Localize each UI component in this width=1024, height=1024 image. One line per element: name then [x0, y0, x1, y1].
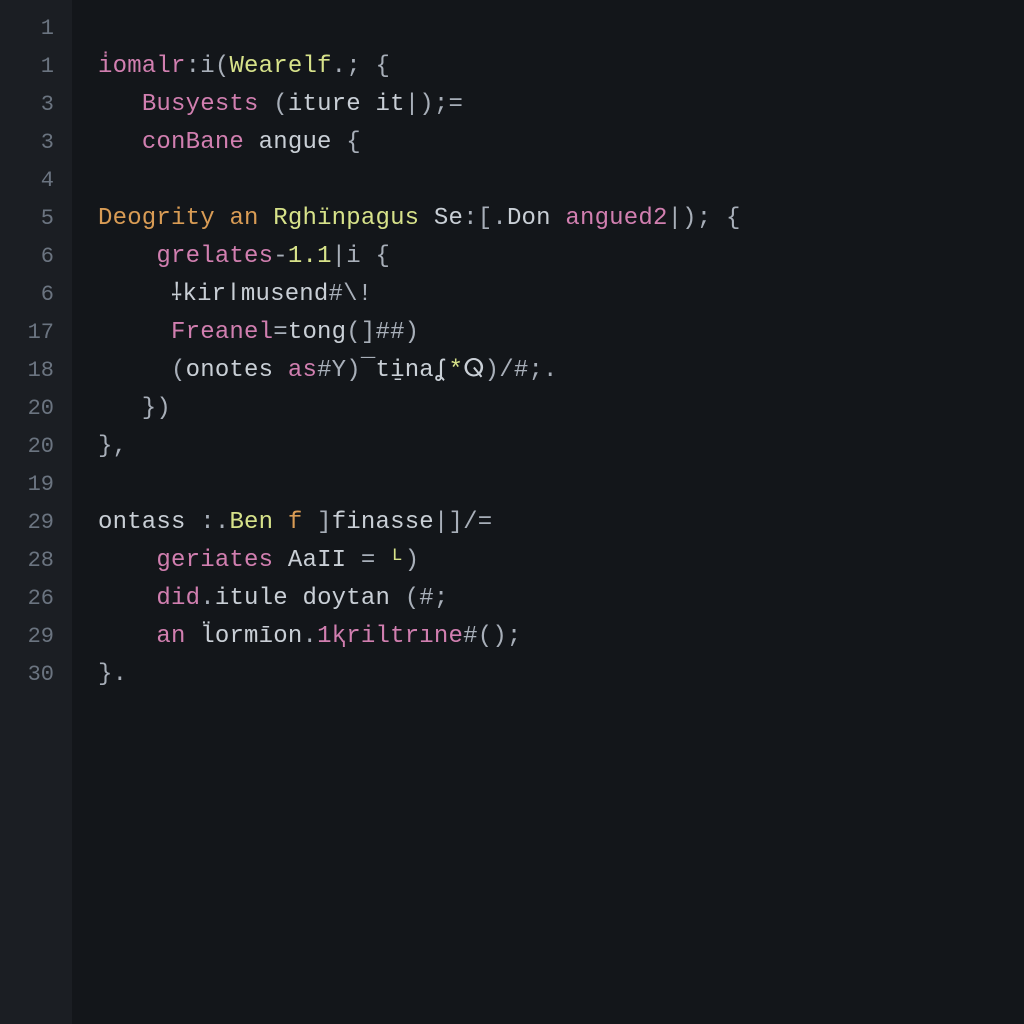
line-number: 6: [0, 276, 72, 314]
code-line[interactable]: an l̈ormīon.1ⱪriltrıne#();: [98, 618, 1024, 656]
line-number: 6: [0, 238, 72, 276]
line-number: 29: [0, 504, 72, 542]
line-number: 18: [0, 352, 72, 390]
code-line[interactable]: ⸸kirǀmusend#\!: [98, 276, 1024, 314]
line-number: 28: [0, 542, 72, 580]
line-number: 4: [0, 162, 72, 200]
code-line[interactable]: ontass :.Ben f ]finasse|]/=: [98, 504, 1024, 542]
line-number: 30: [0, 656, 72, 694]
line-number: 29: [0, 618, 72, 656]
line-number: 1: [0, 48, 72, 86]
code-line[interactable]: Freanel=tong(]##): [98, 314, 1024, 352]
code-line[interactable]: }.: [98, 656, 1024, 694]
line-number: 20: [0, 428, 72, 466]
code-line[interactable]: Busyests (iture it|);=: [98, 86, 1024, 124]
code-line[interactable]: did.itule doytan (#;: [98, 580, 1024, 618]
line-number: 20: [0, 390, 72, 428]
code-line[interactable]: grelates-1.1|i {: [98, 238, 1024, 276]
code-line[interactable]: i̇omalr:i(Wearelf.; {: [98, 48, 1024, 86]
code-line[interactable]: Deogrity an Rghïnpagus Se:[.Don angued2|…: [98, 200, 1024, 238]
code-line[interactable]: (onotes as#Y)¯ti̱naʆ*ⵕ)/#;.: [98, 352, 1024, 390]
line-number: 26: [0, 580, 72, 618]
line-number: 1: [0, 10, 72, 48]
code-line[interactable]: [98, 10, 1024, 48]
line-number: 17: [0, 314, 72, 352]
line-number: 5: [0, 200, 72, 238]
code-line[interactable]: },: [98, 428, 1024, 466]
code-editor: 1 1 3 3 4 5 6 6 17 18 20 20 19 29 28 26 …: [0, 0, 1024, 1024]
line-number-gutter: 1 1 3 3 4 5 6 6 17 18 20 20 19 29 28 26 …: [0, 0, 72, 1024]
code-line[interactable]: geriates AaII = ᴸ): [98, 542, 1024, 580]
line-number: 3: [0, 124, 72, 162]
code-line[interactable]: [98, 162, 1024, 200]
code-line[interactable]: }): [98, 390, 1024, 428]
code-line[interactable]: [98, 466, 1024, 504]
code-area[interactable]: i̇omalr:i(Wearelf.; { Busyests (iture it…: [72, 0, 1024, 1024]
line-number: 19: [0, 466, 72, 504]
code-line[interactable]: conBane angue {: [98, 124, 1024, 162]
line-number: 3: [0, 86, 72, 124]
